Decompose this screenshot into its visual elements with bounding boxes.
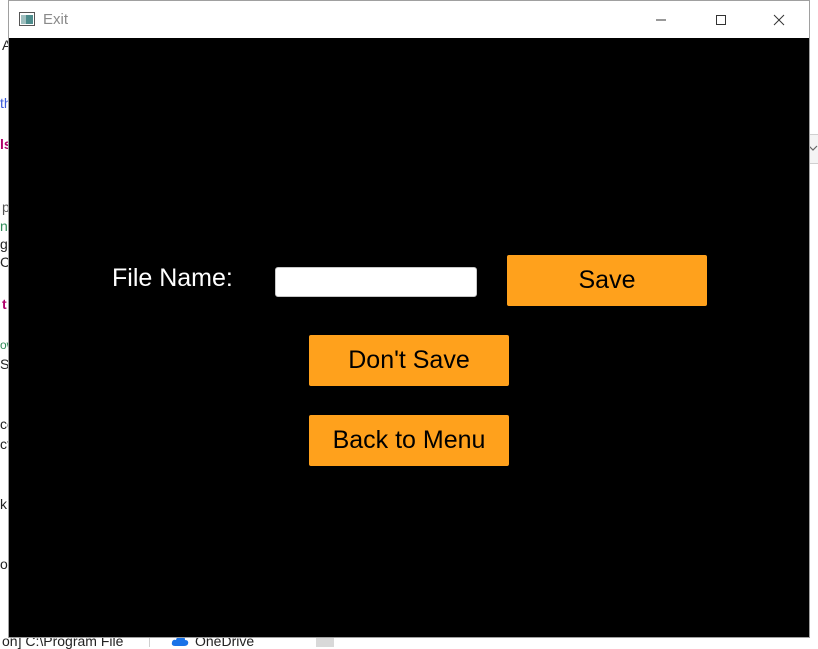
window-title: Exit [43, 11, 69, 28]
bg-divider [149, 638, 150, 647]
minimize-icon [656, 19, 666, 20]
bg-scroll-block [316, 638, 334, 647]
dont-save-button[interactable]: Don't Save [309, 335, 509, 386]
dialog-content: File Name: Save Don't Save Back to Menu [9, 38, 809, 637]
bg-text-fragment: t [2, 296, 7, 312]
file-name-label: File Name: [112, 264, 233, 292]
close-icon [773, 14, 785, 25]
maximize-icon [716, 14, 726, 25]
exit-window: Exit File Name: Save Don't Save Back to … [8, 0, 810, 638]
minimize-button[interactable] [631, 1, 691, 38]
back-to-menu-button[interactable]: Back to Menu [309, 415, 509, 466]
close-button[interactable] [749, 1, 809, 38]
save-button[interactable]: Save [507, 255, 707, 306]
bg-text-fragment: k [0, 496, 7, 512]
file-name-input[interactable] [275, 267, 477, 297]
title-bar[interactable]: Exit [9, 1, 809, 38]
maximize-button[interactable] [691, 1, 751, 38]
app-window-icon [19, 12, 35, 26]
